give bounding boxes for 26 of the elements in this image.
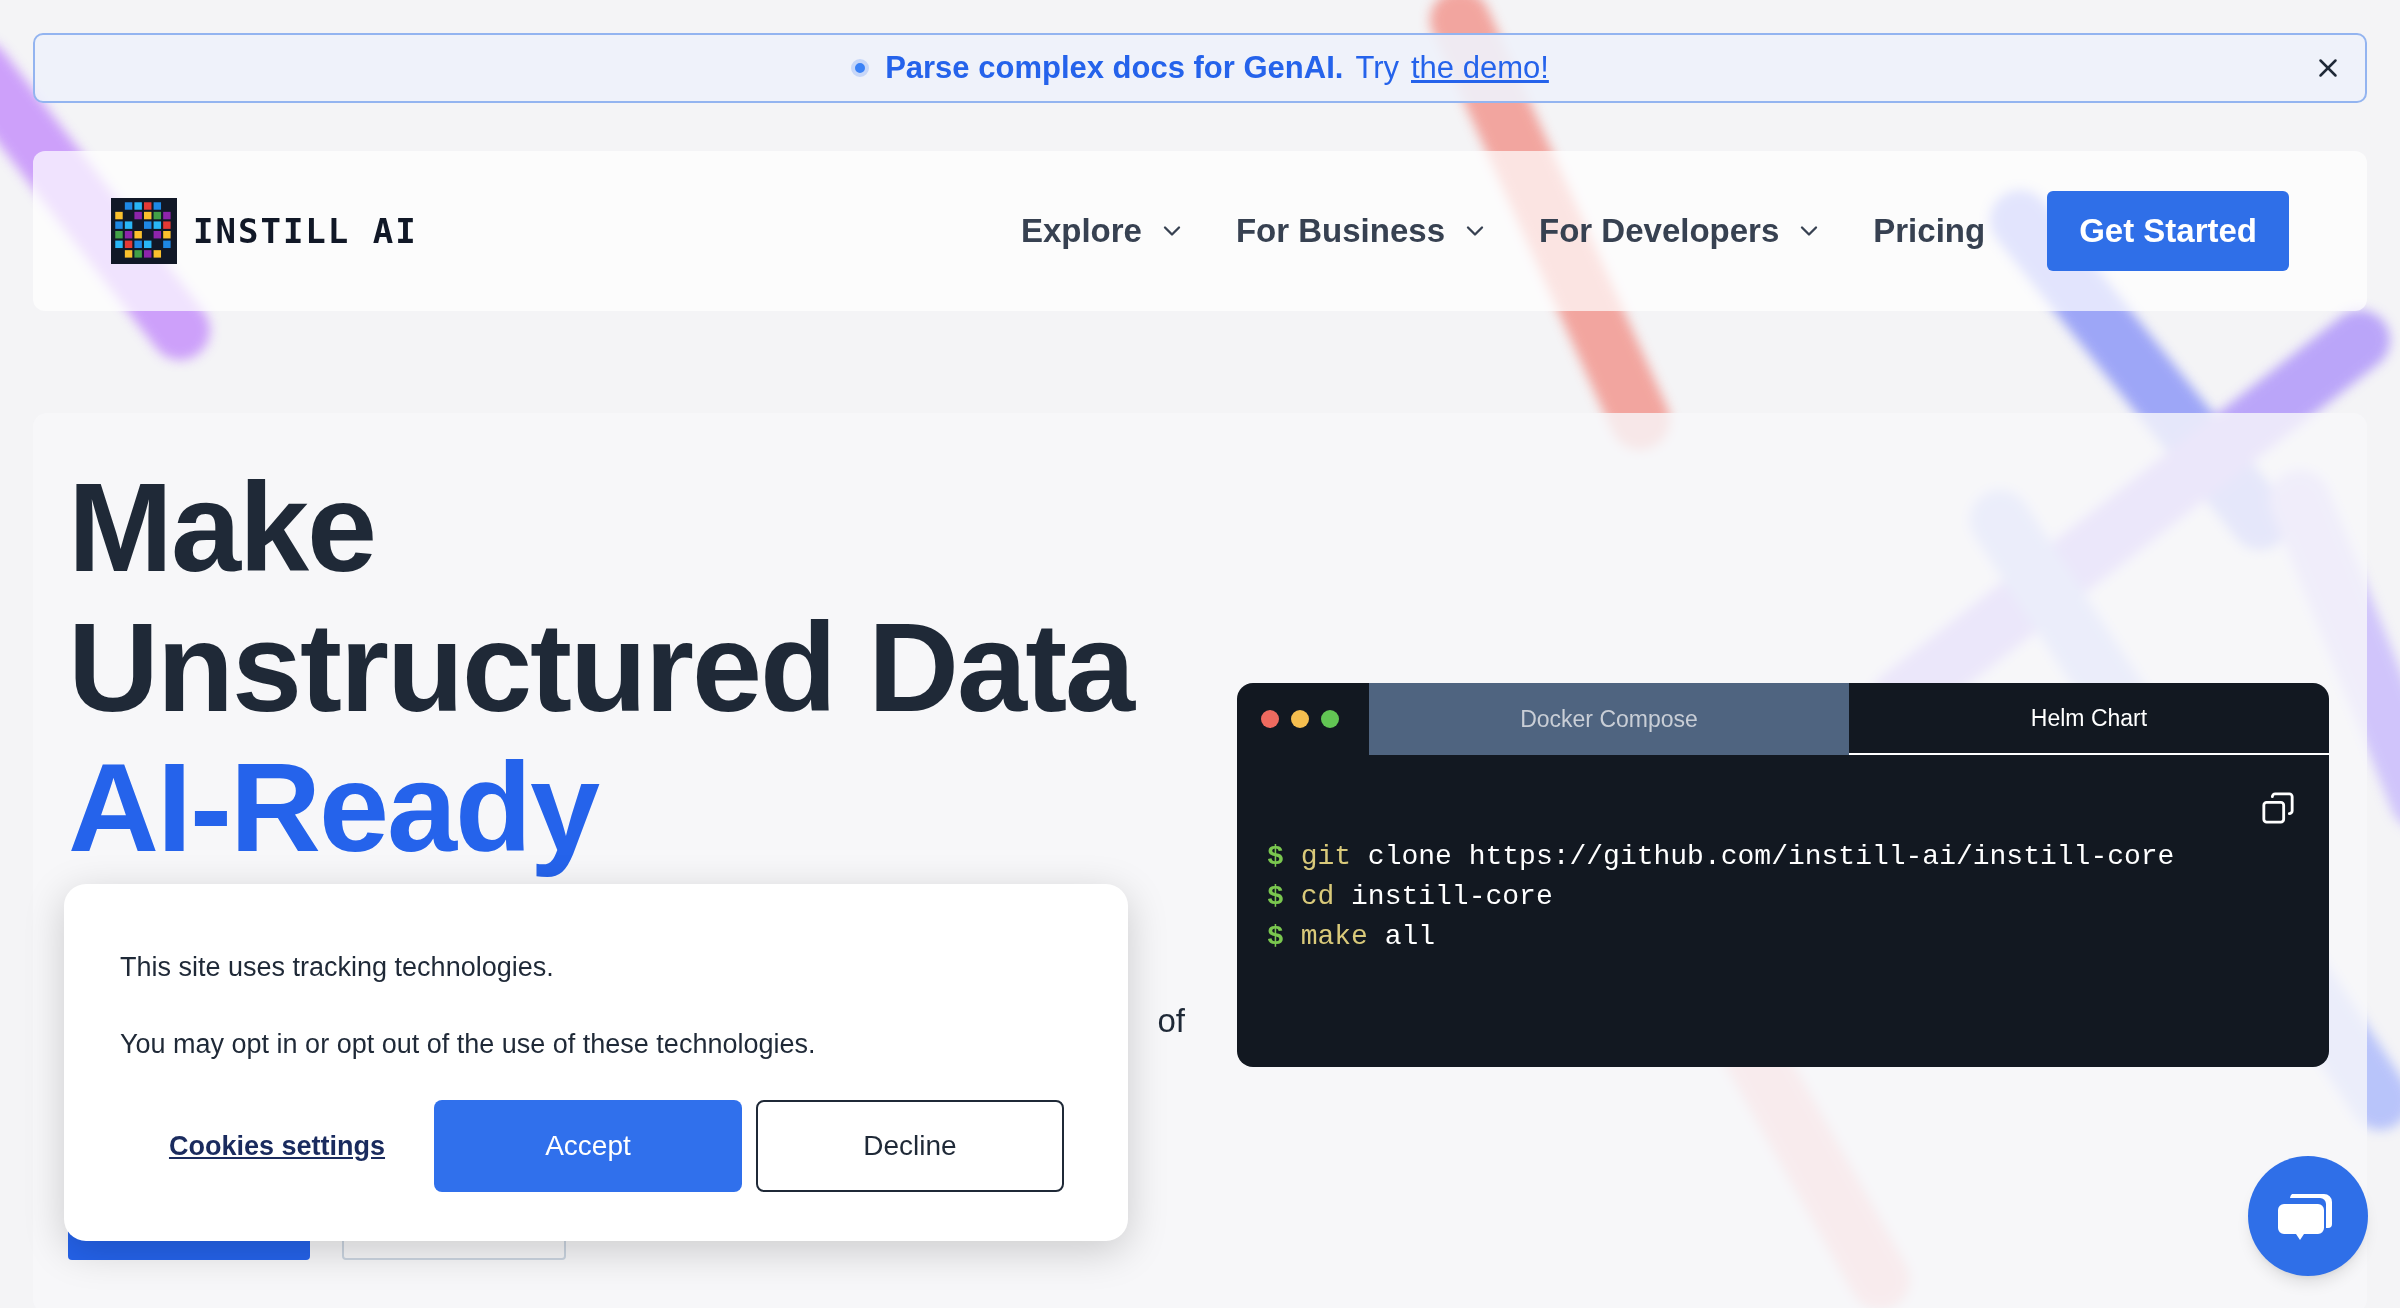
- terminal-line: $ make all: [1267, 920, 1437, 954]
- nav-menu-item[interactable]: For Business: [1235, 206, 1489, 256]
- cookies-settings-link[interactable]: Cookies settings: [120, 1125, 434, 1167]
- get-started-button[interactable]: Get Started: [2047, 191, 2289, 271]
- accept-button[interactable]: Accept: [434, 1100, 742, 1192]
- nav-menu-item[interactable]: Pricing: [1873, 206, 1986, 256]
- hero-description: of: [1157, 1001, 1185, 1041]
- banner-headline: Parse complex docs for GenAI.: [885, 48, 1344, 87]
- terminal-tab[interactable]: Helm Chart: [1849, 683, 2329, 755]
- terminal-line: $ git clone https://github.com/instill-ai/instill-core: [1267, 840, 2176, 874]
- terminal-tab[interactable]: Docker Compose: [1369, 683, 1849, 755]
- demo-link[interactable]: the demo!: [1411, 44, 1549, 92]
- terminal-line: $ cd instill-core: [1267, 880, 1554, 914]
- nav-menu-item[interactable]: Explore: [1020, 206, 1186, 256]
- nav-menu-item[interactable]: For Developers: [1539, 206, 1824, 256]
- logo-text: INSTILL AI: [193, 209, 418, 253]
- bullet-icon: [851, 59, 870, 77]
- decline-button[interactable]: Decline: [756, 1100, 1064, 1192]
- hero-highlight: AI-Ready: [68, 738, 601, 878]
- copy-icon[interactable]: [2261, 791, 2295, 825]
- cookie-message: This site uses tracking technologies.: [120, 951, 555, 984]
- cookie-message: You may opt in or opt out of the use of these technologies.: [120, 1028, 817, 1061]
- hero-title: Unstructured Data: [68, 598, 1136, 738]
- banner-text: Try: [1355, 48, 1399, 87]
- logo-icon: [111, 198, 177, 264]
- hero-title: Make: [68, 458, 377, 598]
